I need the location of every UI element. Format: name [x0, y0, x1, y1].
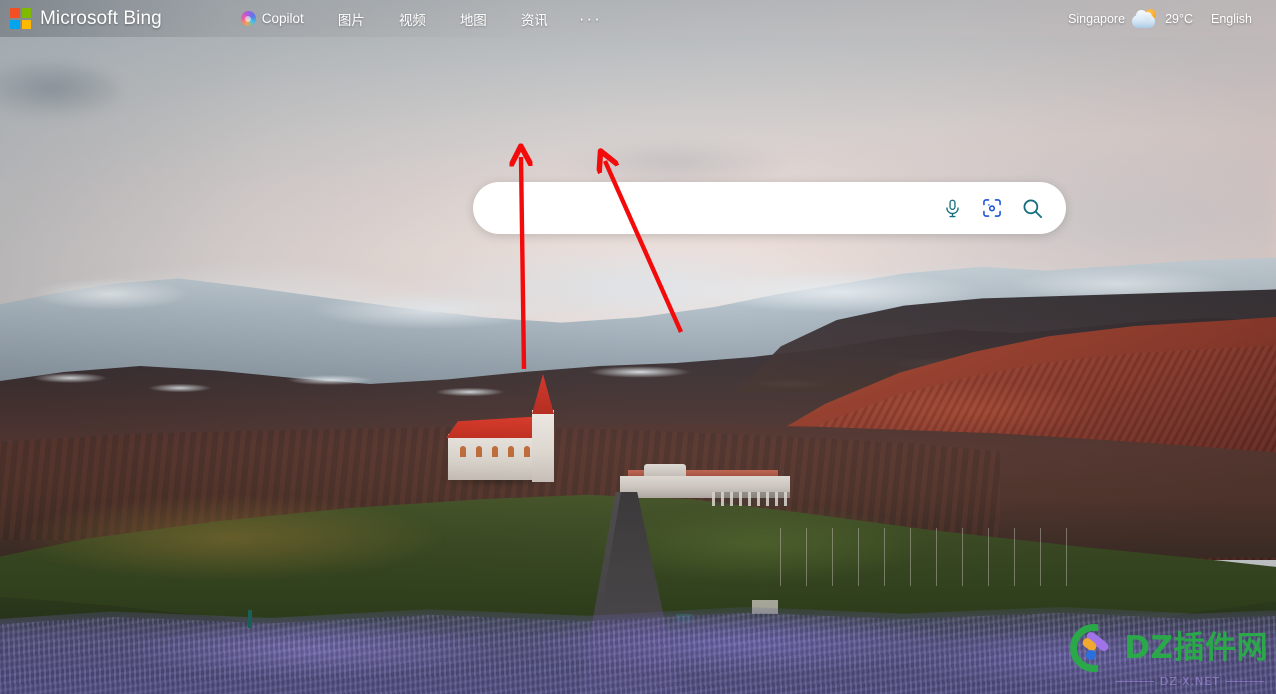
bing-homepage: Microsoft Bing Copilot 图片 视频 地图 资讯 ··· S… [0, 0, 1276, 694]
green-signpost [248, 610, 252, 628]
church-window [460, 446, 466, 457]
language-selector[interactable]: English [1201, 9, 1262, 29]
church-building [442, 374, 588, 502]
church-window [476, 446, 482, 457]
church-tower [532, 410, 554, 482]
nav-label-videos: 视频 [398, 12, 426, 28]
nav-item-maps[interactable]: 地图 [443, 5, 504, 33]
search-box[interactable] [473, 182, 1066, 234]
search-input[interactable] [473, 182, 940, 234]
top-navigation-bar: Microsoft Bing Copilot 图片 视频 地图 资讯 ··· S… [0, 0, 1276, 37]
church-nave [448, 434, 542, 480]
microsoft-logo-icon [10, 8, 31, 29]
brand-name-label: Microsoft Bing [40, 7, 162, 29]
nav-item-videos[interactable]: 视频 [382, 5, 443, 33]
outbuilding-posts [712, 492, 790, 506]
visual-search-button[interactable] [980, 196, 1004, 220]
main-nav: Copilot 图片 视频 地图 资讯 ··· [224, 5, 616, 33]
bing-logo-link[interactable]: Microsoft Bing [10, 8, 162, 30]
more-menu-icon[interactable]: ··· [565, 10, 616, 27]
nav-label-images: 图片 [337, 12, 365, 28]
hill-sunlit-left [0, 492, 560, 612]
fence-posts [780, 528, 1080, 586]
nav-item-images[interactable]: 图片 [321, 5, 382, 33]
church-window [524, 446, 530, 457]
church-red-roof [446, 416, 546, 438]
nav-label-copilot: Copilot [261, 11, 304, 26]
church-window [508, 446, 514, 457]
nav-label-maps: 地图 [459, 12, 487, 28]
nav-label-news: 资讯 [520, 12, 548, 28]
weather-location-label: Singapore [1068, 11, 1126, 26]
search-actions [940, 196, 1066, 220]
cloud-icon [1132, 10, 1156, 28]
voice-search-button[interactable] [940, 196, 964, 220]
copilot-icon [240, 11, 256, 26]
church-window [492, 446, 498, 457]
outbuilding-upper [644, 464, 686, 476]
weather-widget[interactable]: Singapore 29°C [1060, 7, 1201, 30]
partly-cloudy-icon [1132, 9, 1158, 28]
background-hero-image [0, 0, 1276, 694]
search-submit-button[interactable] [1020, 196, 1044, 220]
nav-item-copilot[interactable]: Copilot [224, 7, 321, 30]
weather-temperature-label: 29°C [1165, 11, 1193, 26]
white-outbuilding [620, 464, 790, 506]
nav-item-news[interactable]: 资讯 [504, 5, 565, 33]
header-right-cluster: Singapore 29°C English [1060, 7, 1276, 30]
